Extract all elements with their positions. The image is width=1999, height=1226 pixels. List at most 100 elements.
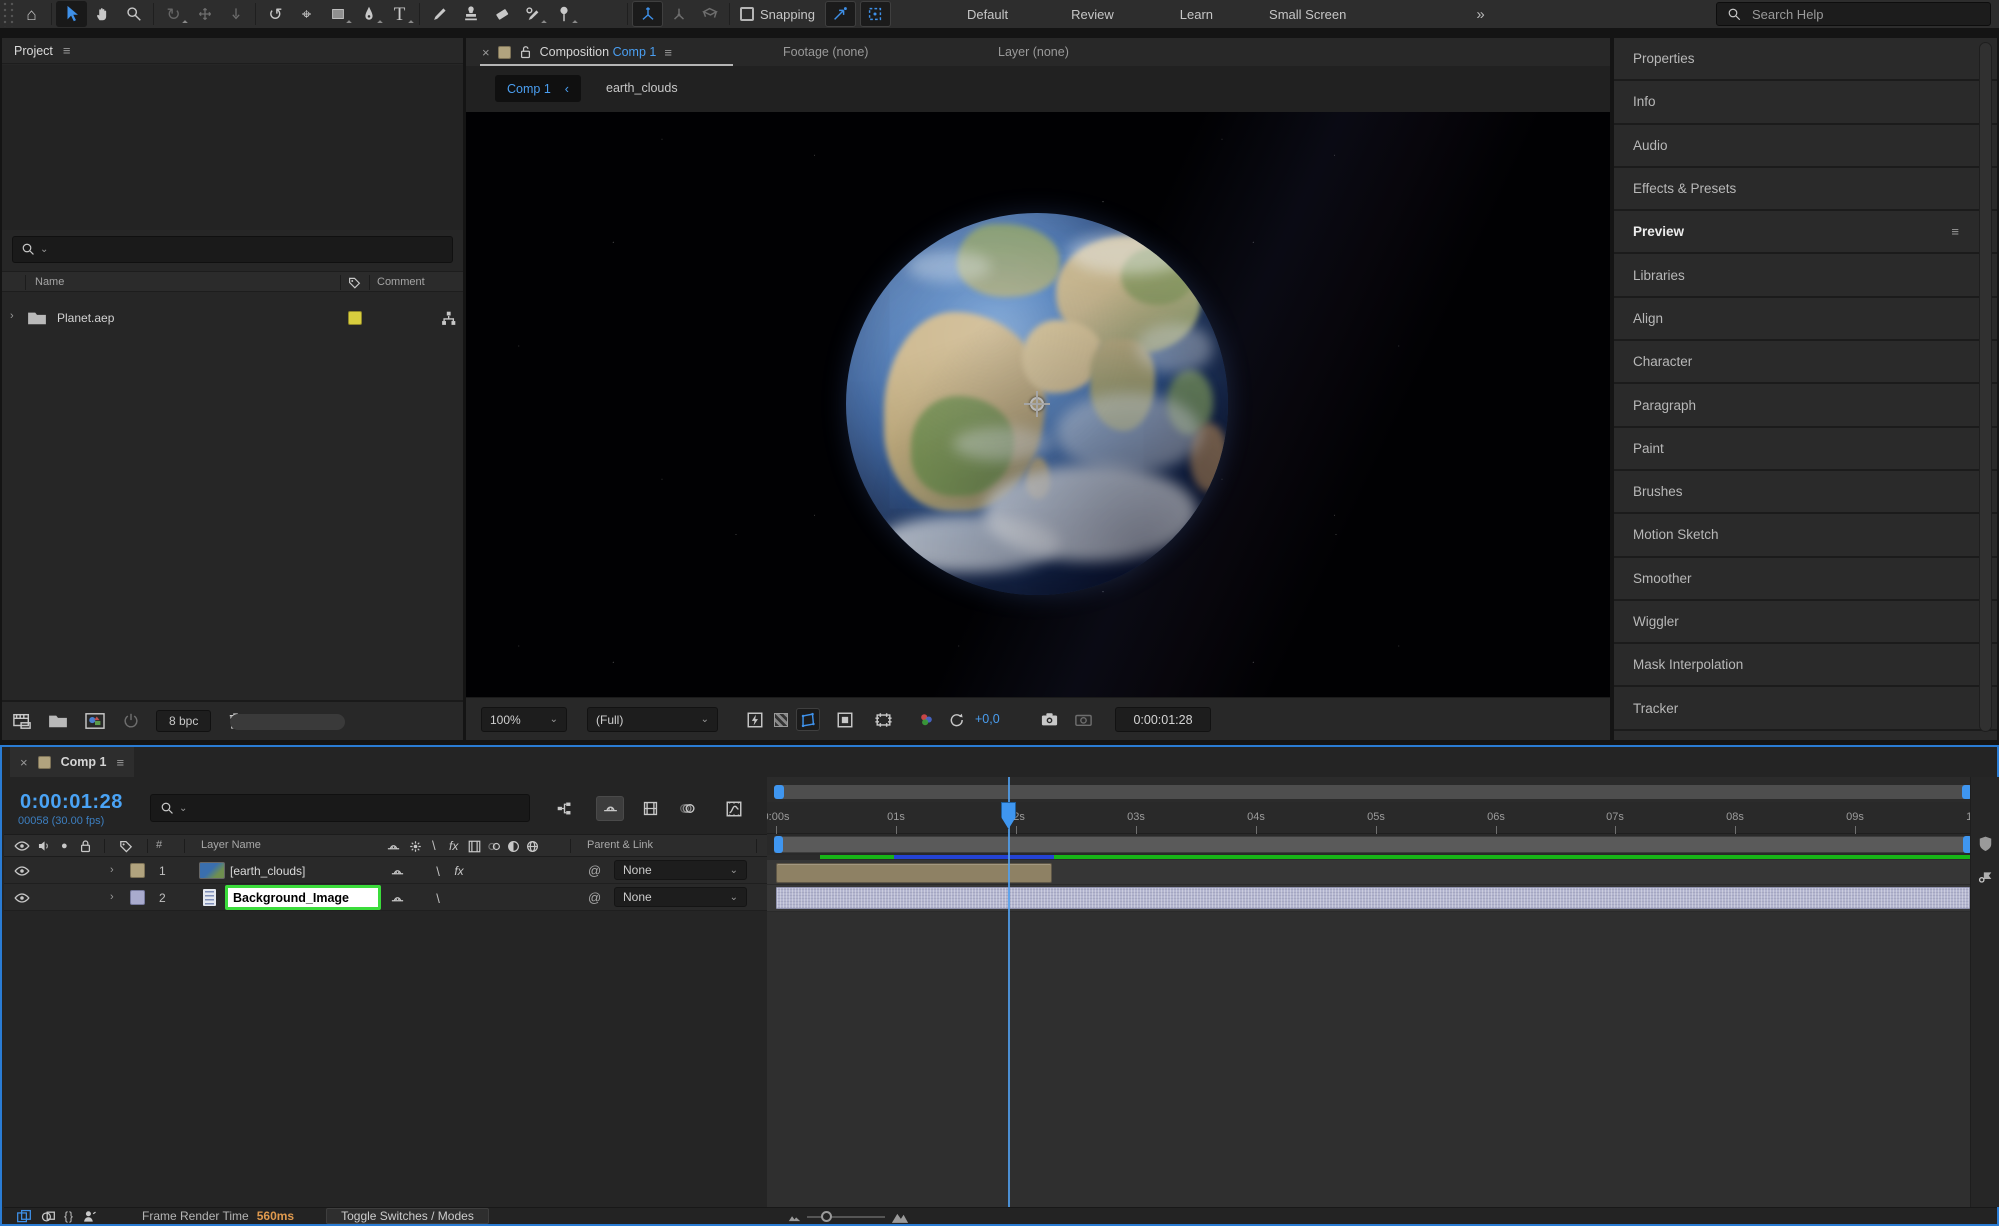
- video-column-eye-icon[interactable]: [14, 840, 30, 852]
- sidebar-item-properties[interactable]: Properties: [1614, 38, 1997, 82]
- snap-options-button[interactable]: [824, 1, 856, 27]
- label-column-icon[interactable]: [347, 275, 362, 290]
- comp-marker-bin-icon[interactable]: [1977, 835, 1994, 853]
- panel-menu-icon[interactable]: ≡: [116, 755, 124, 770]
- interpret-footage-icon[interactable]: [12, 712, 32, 730]
- playhead-line[interactable]: [1008, 777, 1010, 1207]
- sidebar-item-preview[interactable]: Preview ≡: [1614, 211, 1997, 255]
- close-icon[interactable]: ×: [482, 45, 490, 60]
- brush-tool[interactable]: [424, 1, 455, 27]
- viewer-timecode[interactable]: 0:00:01:28: [1115, 707, 1211, 732]
- eraser-tool[interactable]: [486, 1, 517, 27]
- resolution-dropdown[interactable]: (Full) ⌄: [587, 707, 718, 732]
- shape-tool[interactable]: [322, 1, 353, 27]
- take-snapshot-button[interactable]: [1037, 708, 1061, 731]
- tab-composition[interactable]: × Composition Comp 1 ≡: [476, 38, 678, 66]
- shy-switch[interactable]: [388, 862, 406, 880]
- tab-footage[interactable]: Footage (none): [783, 38, 868, 66]
- current-timecode[interactable]: 0:00:01:28: [20, 791, 123, 814]
- eye-icon[interactable]: [14, 865, 30, 877]
- number-column-label[interactable]: #: [156, 839, 162, 851]
- close-icon[interactable]: ×: [20, 755, 28, 770]
- eye-icon[interactable]: [14, 892, 30, 904]
- sidebar-item-paragraph[interactable]: Paragraph: [1614, 384, 1997, 428]
- composition-canvas[interactable]: [466, 112, 1610, 697]
- workspace-overflow-button[interactable]: »: [1476, 6, 1484, 23]
- label-color-swatch[interactable]: [348, 311, 362, 325]
- region-of-interest-button[interactable]: [833, 708, 857, 731]
- parent-pickwhip-icon[interactable]: @: [588, 863, 601, 878]
- breadcrumb-comp-button[interactable]: Comp 1 ‹: [495, 75, 581, 102]
- sidebar-item-audio[interactable]: Audio: [1614, 124, 1997, 168]
- help-search-input[interactable]: Search Help: [1716, 2, 1991, 26]
- horizontal-scrollbar[interactable]: [230, 714, 345, 730]
- zoom-out-mountains-icon[interactable]: [788, 1212, 801, 1222]
- sidebar-item-mask-interpolation[interactable]: Mask Interpolation: [1614, 644, 1997, 688]
- shy-switch[interactable]: [388, 889, 406, 907]
- pan-camera-tool[interactable]: [189, 1, 220, 27]
- zoom-in-mountains-icon[interactable]: [891, 1211, 909, 1224]
- panel-menu-icon[interactable]: ≡: [63, 43, 71, 58]
- snapping-checkbox[interactable]: [740, 7, 754, 21]
- local-axis-mode[interactable]: [632, 1, 663, 27]
- parent-link-column-label[interactable]: Parent & Link: [587, 839, 653, 851]
- comp-marker-icon[interactable]: [1977, 869, 1994, 884]
- zoom-tool[interactable]: [118, 1, 149, 27]
- flowchart-icon[interactable]: [440, 310, 457, 327]
- project-item-row[interactable]: › Planet.aep: [2, 305, 463, 331]
- sidebar-item-tracker[interactable]: Tracker: [1614, 687, 1997, 731]
- expander-icon[interactable]: ›: [110, 891, 114, 903]
- expander-icon[interactable]: ›: [10, 310, 14, 322]
- zoom-slider-knob[interactable]: [821, 1211, 832, 1222]
- text-tool[interactable]: T: [384, 1, 415, 27]
- transfer-controls-icon[interactable]: [40, 1209, 56, 1224]
- earth-layer-image[interactable]: [846, 213, 1228, 595]
- time-navigator-bar[interactable]: [774, 785, 1972, 799]
- lock-column-icon[interactable]: [79, 839, 92, 853]
- panel-menu-icon[interactable]: ≡: [1951, 224, 1959, 239]
- shy-layers-toggle[interactable]: [596, 796, 624, 821]
- workspace-tab-small-screen[interactable]: Small Screen: [1269, 7, 1346, 22]
- motion-blur-column-icon[interactable]: [486, 839, 503, 854]
- expander-icon[interactable]: ›: [110, 864, 114, 876]
- sidebar-scrollbar[interactable]: [1979, 42, 1992, 732]
- layer-color-swatch[interactable]: [130, 863, 145, 878]
- pen-tool[interactable]: [353, 1, 384, 27]
- panel-menu-icon[interactable]: ≡: [664, 45, 672, 60]
- parent-pickwhip-icon[interactable]: @: [588, 890, 601, 905]
- layer-rename-input[interactable]: Background_Image: [225, 885, 381, 910]
- solo-column-icon[interactable]: ●: [61, 840, 68, 852]
- column-name[interactable]: Name: [35, 276, 64, 288]
- sidebar-item-wiggler[interactable]: Wiggler: [1614, 600, 1997, 645]
- shy-column-icon[interactable]: [386, 839, 401, 854]
- channels-button[interactable]: [914, 708, 938, 731]
- color-depth-icon[interactable]: [122, 712, 140, 730]
- work-area-bar[interactable]: [774, 836, 1972, 853]
- parent-dropdown[interactable]: None ⌄: [614, 860, 747, 880]
- toolbar-grip[interactable]: [2, 1, 16, 27]
- layer-bar-background-image[interactable]: [776, 887, 1970, 909]
- reset-exposure-button[interactable]: [944, 708, 968, 731]
- navigator-start-handle[interactable]: [774, 785, 784, 799]
- project-search-input[interactable]: ⌄: [12, 236, 453, 263]
- show-snapshot-button[interactable]: [1071, 708, 1095, 731]
- parent-dropdown[interactable]: None ⌄: [614, 887, 747, 907]
- anchor-point-crosshair[interactable]: [1024, 391, 1050, 417]
- roto-brush-tool[interactable]: [517, 1, 548, 27]
- composition-mini-flowchart-button[interactable]: [550, 796, 578, 821]
- sidebar-item-smoother[interactable]: Smoother: [1614, 557, 1997, 601]
- sidebar-item-info[interactable]: Info: [1614, 81, 1997, 125]
- rotate-tool[interactable]: ↺: [260, 1, 291, 27]
- graph-editor-button[interactable]: [720, 796, 748, 821]
- quality-switch[interactable]: \: [429, 889, 447, 907]
- toggle-switches-modes-button[interactable]: Toggle Switches / Modes: [326, 1208, 489, 1224]
- exposure-value[interactable]: +0,0: [975, 712, 1000, 726]
- sidebar-item-character[interactable]: Character: [1614, 341, 1997, 385]
- column-comment[interactable]: Comment: [377, 276, 425, 288]
- work-area-start-handle[interactable]: [774, 836, 783, 853]
- quality-switch[interactable]: \: [429, 862, 447, 880]
- workspace-tab-learn[interactable]: Learn: [1180, 7, 1213, 22]
- sidebar-item-paint[interactable]: Paint: [1614, 427, 1997, 471]
- audio-column-speaker-icon[interactable]: [37, 839, 51, 853]
- magnification-dropdown[interactable]: 100% ⌄: [481, 707, 567, 732]
